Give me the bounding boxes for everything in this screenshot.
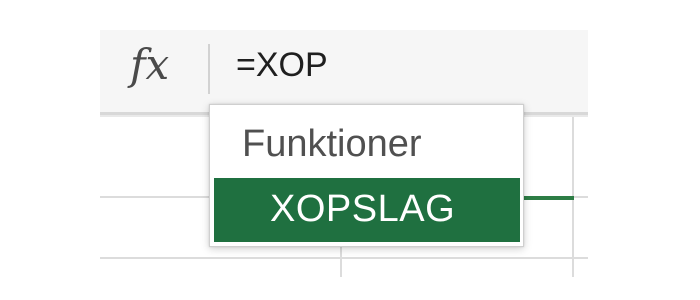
- function-autocomplete-dropdown: Funktioner XOPSLAG: [209, 104, 524, 247]
- selected-cell-border: [520, 196, 574, 200]
- excel-window: fx =XOP Funktioner XOPSLAG: [0, 0, 700, 300]
- autocomplete-header: Funktioner: [242, 123, 422, 165]
- grid-row-line: [100, 257, 588, 259]
- autocomplete-item-label: XOPSLAG: [270, 188, 456, 230]
- autocomplete-item-xopslag[interactable]: XOPSLAG: [214, 178, 520, 242]
- formula-bar-divider: [208, 44, 210, 94]
- formula-input[interactable]: =XOP: [236, 48, 328, 82]
- formula-bar: fx =XOP: [100, 30, 588, 112]
- fx-icon[interactable]: fx: [130, 44, 169, 86]
